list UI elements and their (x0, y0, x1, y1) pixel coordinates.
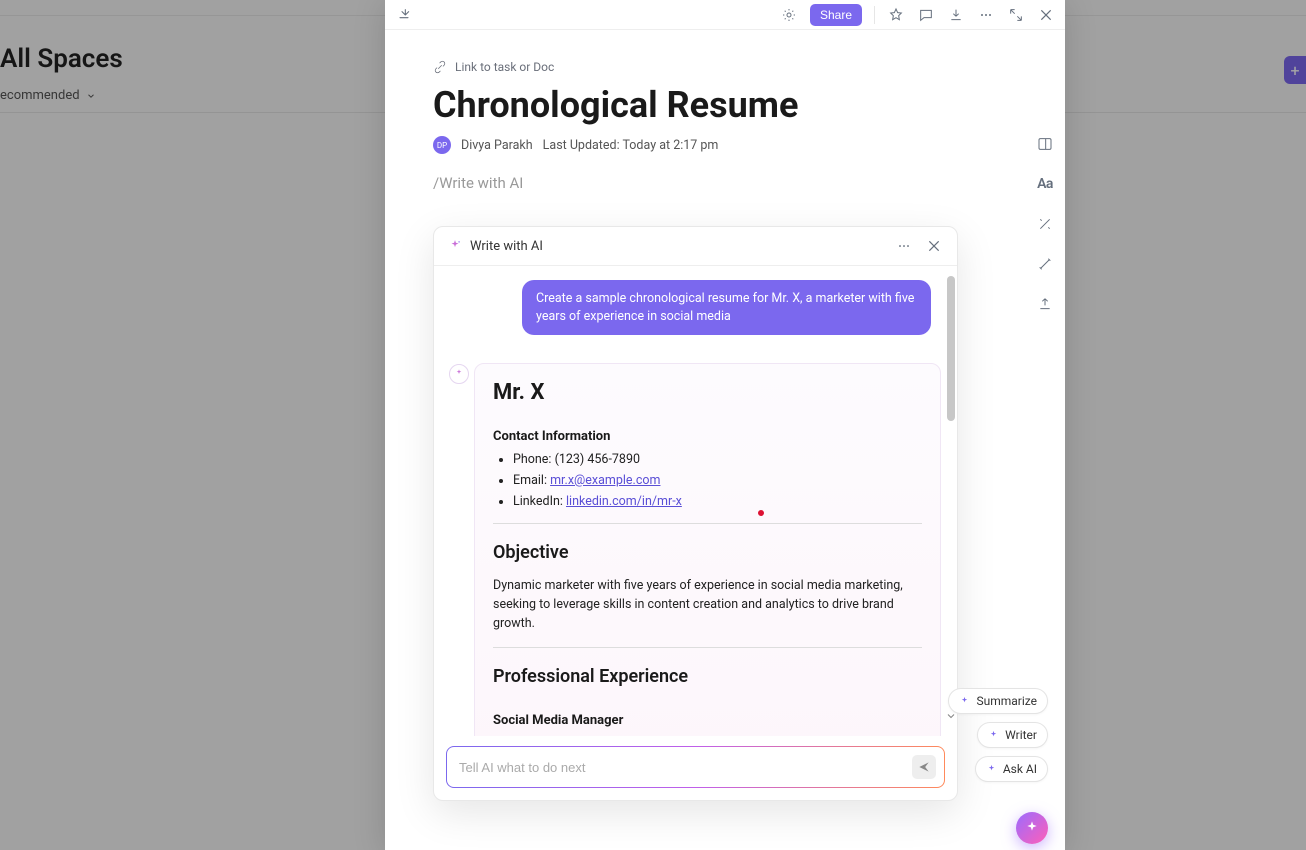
export-icon[interactable] (1035, 294, 1055, 314)
more-icon[interactable] (977, 6, 995, 24)
divider (493, 647, 922, 648)
wand-icon[interactable] (1035, 254, 1055, 274)
linkedin-link[interactable]: linkedin.com/in/mr-x (566, 494, 682, 509)
job-title: Social Media Manager (493, 713, 922, 728)
document-title[interactable]: Chronological Resume (433, 84, 1017, 126)
divider (493, 523, 922, 524)
ai-panel: Write with AI Create a sample chronologi… (433, 226, 958, 801)
prof-exp-heading: Professional Experience (493, 666, 922, 687)
ai-response-card: Mr. X Contact Information Phone: (123) 4… (474, 363, 941, 736)
close-icon[interactable] (1037, 6, 1055, 24)
pill-ask-ai[interactable]: Ask AI (975, 756, 1048, 782)
contact-heading: Contact Information (493, 429, 922, 444)
star-icon[interactable] (887, 6, 905, 24)
contact-email: Email: mr.x@example.com (513, 473, 922, 488)
email-link[interactable]: mr.x@example.com (550, 473, 660, 488)
objective-heading: Objective (493, 542, 922, 563)
share-button[interactable]: Share (810, 4, 862, 26)
pill-writer[interactable]: Writer (977, 722, 1048, 748)
sparkle-icon (448, 239, 462, 253)
ai-content: Create a sample chronological resume for… (434, 266, 957, 736)
ai-send-button[interactable] (912, 755, 936, 779)
download-icon[interactable] (947, 6, 965, 24)
cursor-dot-icon (758, 510, 764, 516)
sidepanel-icon[interactable] (1035, 134, 1055, 154)
ai-input-wrapper (446, 746, 945, 788)
ai-input-row (434, 736, 957, 800)
magic-icon[interactable] (1035, 214, 1055, 234)
ai-quick-pills: Summarize Writer Ask AI (948, 688, 1048, 782)
document-meta: DP Divya Parakh Last Updated: Today at 2… (433, 136, 1017, 154)
user-prompt-bubble: Create a sample chronological resume for… (522, 280, 931, 335)
contact-phone: Phone: (123) 456-7890 (513, 452, 922, 467)
pill-summarize[interactable]: Summarize (948, 688, 1048, 714)
resume-name: Mr. X (493, 380, 922, 405)
topbar-divider (874, 6, 875, 24)
link-task-doc[interactable]: Link to task or Doc (433, 60, 1017, 74)
settings-icon[interactable] (780, 6, 798, 24)
ai-panel-title: Write with AI (470, 239, 543, 254)
ai-fab-button[interactable] (1016, 812, 1048, 844)
contact-linkedin: LinkedIn: linkedin.com/in/mr-x (513, 494, 922, 509)
author-avatar: DP (433, 136, 451, 154)
document-topbar: Share (385, 0, 1065, 30)
contact-list: Phone: (123) 456-7890 Email: mr.x@exampl… (493, 452, 922, 509)
ai-more-icon[interactable] (895, 237, 913, 255)
comment-icon[interactable] (917, 6, 935, 24)
author-name: Divya Parakh (461, 138, 533, 153)
link-task-doc-label: Link to task or Doc (455, 60, 554, 74)
last-updated: Last Updated: Today at 2:17 pm (543, 138, 719, 153)
ai-close-icon[interactable] (925, 237, 943, 255)
ai-panel-header: Write with AI (434, 227, 957, 266)
objective-body: Dynamic marketer with five years of expe… (493, 577, 922, 633)
side-tools: Aa (1035, 134, 1055, 314)
ai-scrollbar-thumb[interactable] (947, 276, 955, 421)
ai-input-field[interactable] (459, 760, 912, 775)
back-icon[interactable] (395, 6, 413, 24)
expand-icon[interactable] (1007, 6, 1025, 24)
slash-command-text[interactable]: /Write with AI (433, 174, 1017, 192)
ai-sparkle-badge (449, 364, 469, 384)
typography-icon[interactable]: Aa (1035, 174, 1055, 194)
